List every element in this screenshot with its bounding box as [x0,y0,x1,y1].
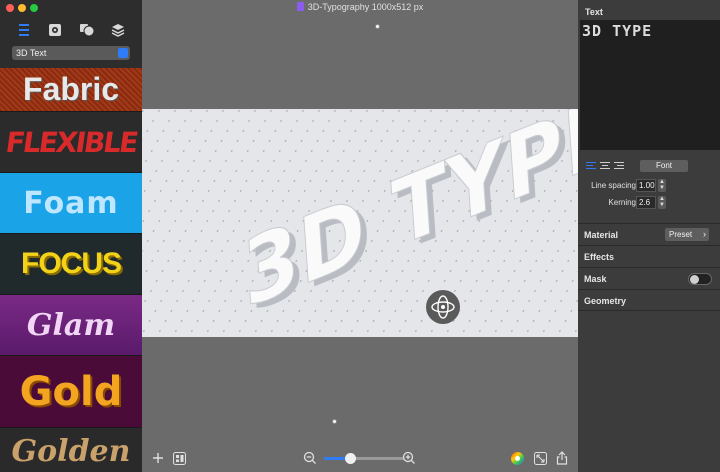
canvas-bottom-bar [142,444,578,472]
style-tile-foam[interactable]: Foam [0,173,142,234]
zoom-out-icon[interactable] [302,450,318,466]
geometry-label: Geometry [584,296,627,306]
left-sidebar: 3D Text Fabric FLEXIBLE Foam FOCUS Glam … [0,0,142,472]
artboard-handle-top[interactable] [375,24,380,29]
canvas-area[interactable]: 3D-Typography 1000x512 px 3D TYPE 3D TYP… [142,0,578,472]
mask-section: Mask [578,267,720,289]
preset-button[interactable]: Preset › [665,228,709,241]
share-icon[interactable] [554,450,570,466]
align-left-icon[interactable] [586,162,596,170]
align-center-icon[interactable] [600,162,610,170]
mask-toggle-knob [690,275,699,284]
mask-label: Mask [584,274,607,284]
geometry-section[interactable]: Geometry [578,289,720,311]
style-tile-golden[interactable]: Golden [0,428,142,472]
font-button[interactable]: Font [640,160,688,172]
style-tile-gold[interactable]: Gold [0,356,142,428]
layout-grid-icon[interactable] [171,450,187,466]
text-editor-value: 3D TYPE [582,22,653,40]
rotate-gizmo-icon[interactable] [426,290,460,324]
zoom-slider-knob[interactable] [344,453,356,464]
shapes-icon[interactable] [78,21,96,39]
document-icon [296,2,304,11]
style-tile-glam[interactable]: Glam [0,295,142,356]
style-tile-fabric[interactable]: Fabric [0,68,142,112]
text-formatting-row: Font [584,160,714,172]
style-list: Fabric FLEXIBLE Foam FOCUS Glam Gold Gol… [0,68,142,472]
text-section-label: Text [585,7,603,17]
preset-label: Preset [669,230,693,239]
stack-icon[interactable] [109,21,127,39]
minimize-window-button[interactable] [18,4,26,12]
window-controls [6,4,38,12]
line-spacing-label: Line spacing [591,181,636,190]
settings-icon[interactable] [46,21,64,39]
effects-section[interactable]: Effects [578,245,720,267]
material-label: Material [584,230,619,240]
artboard[interactable]: 3D TYPE 3D TYPE [142,109,578,337]
effects-label: Effects [584,252,615,262]
add-icon[interactable] [150,450,166,466]
window-title: 3D-Typography 1000x512 px [142,2,578,12]
line-spacing-row: Line spacing 1.00 ▲ ▼ [578,179,720,193]
inspector-panel: Text 3D TYPE Font Line spacing 1.00 ▲ ▼ K… [578,0,720,472]
kerning-stepper[interactable]: ▲ ▼ [658,196,666,209]
style-category-select[interactable]: 3D Text [12,46,130,60]
zoom-slider[interactable] [324,453,404,464]
artboard-text-render: 3D TYPE 3D TYPE [239,109,578,333]
color-wheel-icon[interactable] [509,450,525,466]
zoom-window-button[interactable] [30,4,38,12]
material-section[interactable]: Material Preset › [578,223,720,245]
artboard-handle-bottom[interactable] [332,419,337,424]
line-spacing-input[interactable]: 1.00 [636,179,656,192]
kerning-row: Kerning 2.6 ▲ ▼ [578,196,720,210]
style-tile-focus[interactable]: FOCUS [0,234,142,295]
align-right-icon[interactable] [614,162,624,170]
text-editor[interactable]: 3D TYPE [580,20,720,150]
style-category-value: 3D Text [16,48,47,58]
line-spacing-stepper[interactable]: ▲ ▼ [658,179,666,192]
sidebar-toolbar [0,20,142,40]
mask-toggle[interactable] [688,273,712,285]
chevron-updown-icon [118,48,128,58]
chevron-right-icon: › [703,229,706,239]
layers-list-icon[interactable] [15,21,33,39]
kerning-input[interactable]: 2.6 [636,196,656,209]
fit-screen-icon[interactable] [532,450,548,466]
kerning-label: Kerning [608,198,636,207]
style-tile-flexible[interactable]: FLEXIBLE [0,112,142,173]
close-window-button[interactable] [6,4,14,12]
zoom-in-icon[interactable] [401,450,417,466]
